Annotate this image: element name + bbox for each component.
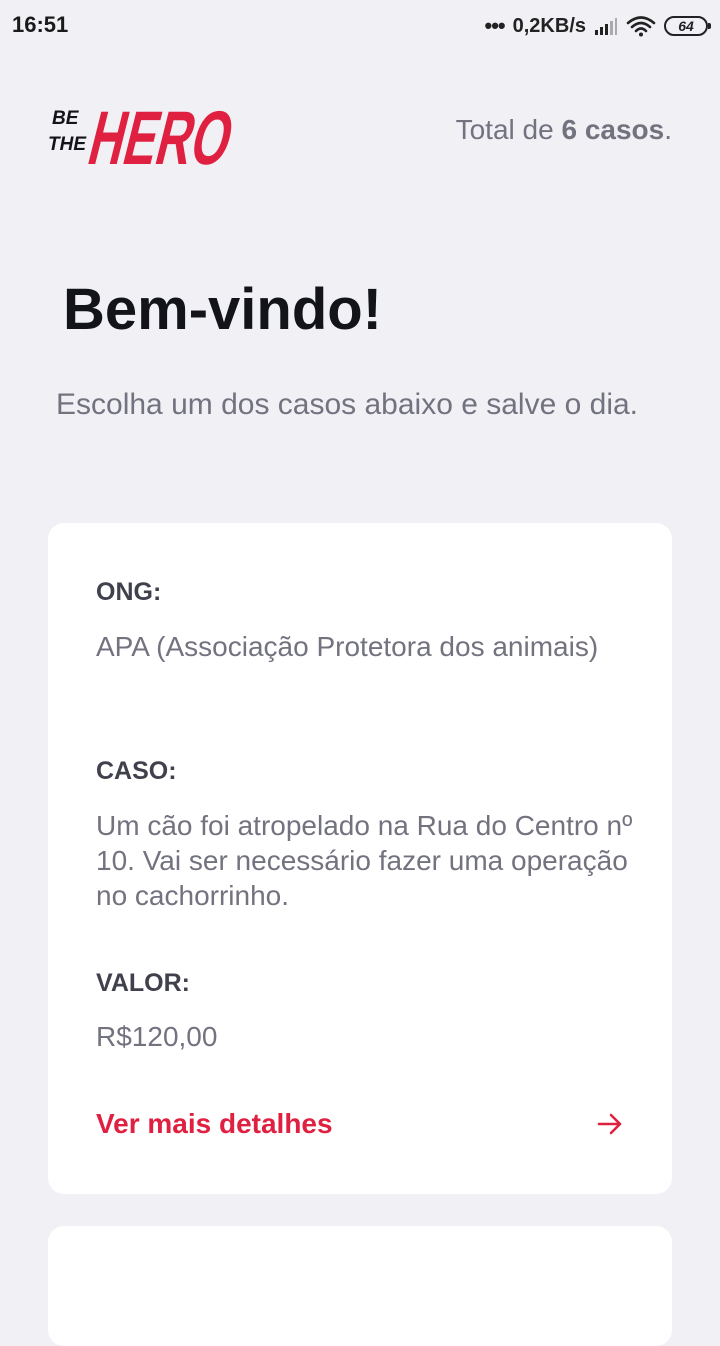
total-suffix: . [664,114,672,145]
valor-value: R$120,00 [96,1021,218,1052]
notification-dots-icon: ••• [484,13,506,38]
signal-icon [594,16,618,36]
incident-card [48,1226,672,1346]
network-speed: 0,2KB/s [512,14,586,37]
ong-value: APA (Associação Protetora dos animais) [96,631,599,662]
status-icons: ••• 0,2KB/s 64 [484,12,711,40]
be-the-hero-logo: BE THE HERO [48,96,238,172]
header: BE THE HERO Total de 6 casos. [48,88,672,172]
logo-the: THE [48,134,87,155]
battery-icon: 64 [664,16,711,36]
total-count: 6 casos [561,114,665,145]
details-label: Ver mais detalhes [96,1108,333,1139]
ong-label: ONG: [96,578,162,606]
wifi-icon [626,15,656,37]
logo-be: BE [52,108,80,129]
page-title: Bem-vindo! [63,277,382,342]
valor-label: VALOR: [96,969,190,997]
caso-label: CASO: [96,757,177,785]
incident-card: ONG: APA (Associação Protetora dos anima… [48,523,672,1194]
total-prefix: Total de [455,114,554,145]
page-subtitle: Escolha um dos casos abaixo e salve o di… [56,388,638,421]
total-cases: Total de 6 casos. [456,114,672,146]
logo-hero: HERO [81,96,238,172]
caso-value: Um cão foi atropelado na Rua do Centro n… [96,810,633,911]
status-bar: 16:51 ••• 0,2KB/s 64 [0,0,720,52]
status-time: 16:51 [12,12,69,37]
arrow-right-icon [596,1110,624,1138]
details-button[interactable]: Ver mais detalhes [96,1108,624,1140]
